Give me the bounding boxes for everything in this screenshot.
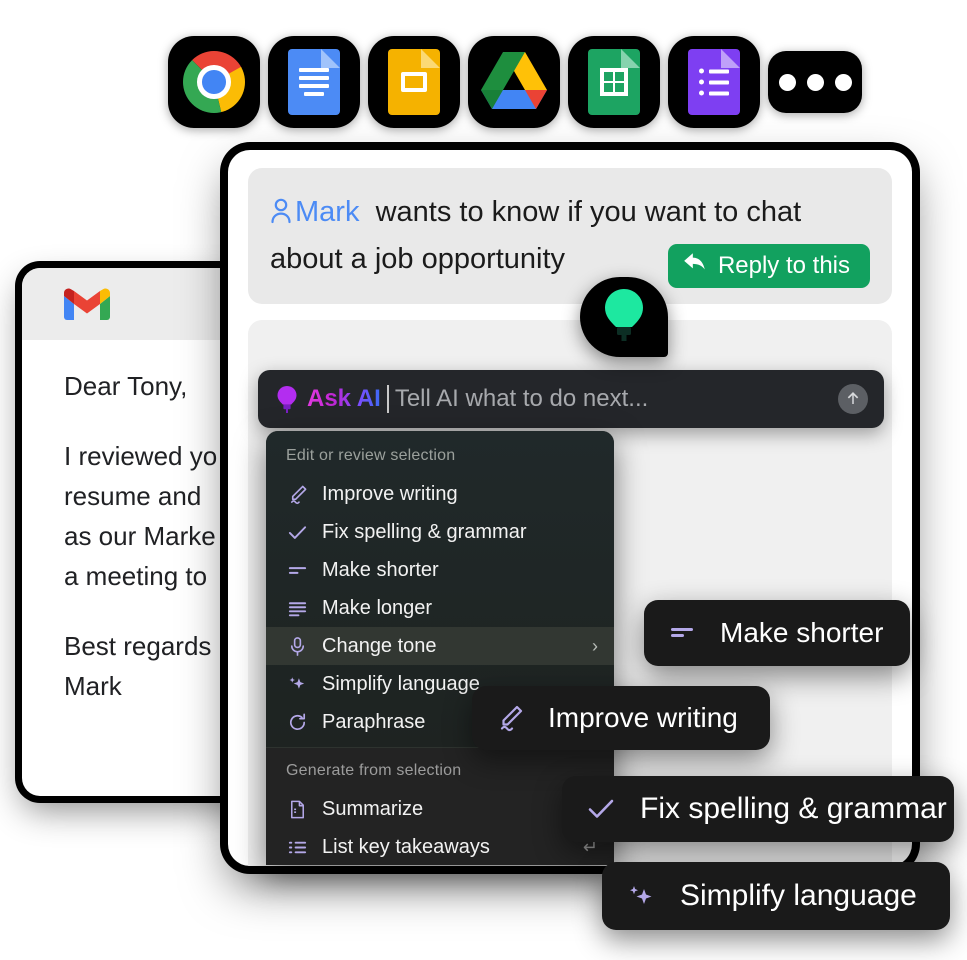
menu-item-improve-writing[interactable]: Improve writing — [266, 475, 614, 513]
sheets-icon — [588, 49, 640, 115]
chip-improve-writing[interactable]: Improve writing — [472, 686, 770, 750]
list-icon — [286, 836, 308, 858]
menu-item-change-tone[interactable]: Change tone › — [266, 627, 614, 665]
check-icon — [586, 794, 616, 824]
email-line: as our Marke — [64, 521, 216, 551]
menu-item-label: List key takeaways — [322, 835, 490, 858]
email-line: I reviewed yo — [64, 441, 218, 471]
refresh-icon — [286, 711, 308, 733]
chrome-icon — [183, 51, 245, 113]
gmail-window: Dear Tony, I reviewed yo resume and as o… — [22, 268, 254, 796]
more-dot-icon — [806, 73, 824, 91]
menu-item-label: Make shorter — [322, 558, 439, 581]
chip-fix-spelling-grammar[interactable]: Fix spelling & grammar — [562, 776, 954, 842]
bulb-icon — [276, 385, 298, 413]
sparkles-icon — [626, 881, 656, 911]
make-shorter-icon — [668, 619, 696, 647]
dock-item-sheets[interactable] — [568, 36, 660, 128]
text-caret — [386, 385, 389, 413]
dock-item-chrome[interactable] — [168, 36, 260, 128]
more-dot-icon — [778, 73, 796, 91]
dock-item-drive[interactable] — [468, 36, 560, 128]
reply-arrow-icon — [682, 250, 708, 283]
notification-message-line1: wants to know if you want to chat — [375, 196, 802, 228]
menu-item-label: Summarize — [322, 797, 424, 820]
ask-ai-label: Ask AI — [307, 385, 381, 412]
menu-item-label: Simplify language — [322, 672, 480, 695]
menu-item-label: Change tone — [322, 634, 437, 657]
docs-icon — [288, 49, 340, 115]
email-line: a meeting to — [64, 561, 208, 591]
microphone-icon — [286, 635, 308, 657]
email-line: Best regards — [64, 631, 212, 661]
chip-label: Simplify language — [680, 879, 917, 912]
slides-icon — [388, 49, 440, 115]
email-signature: Best regards Mark — [64, 626, 254, 706]
menu-item-make-shorter[interactable]: Make shorter — [266, 551, 614, 589]
dock-item-more[interactable] — [768, 51, 862, 113]
gmail-logo-icon — [64, 287, 110, 321]
reply-to-this-button[interactable]: Reply to this — [667, 244, 870, 288]
menu-item-fix-spelling-grammar[interactable]: Fix spelling & grammar — [266, 513, 614, 551]
gmail-email-body: Dear Tony, I reviewed yo resume and as o… — [22, 340, 254, 706]
ai-assistant-badge[interactable] — [580, 277, 668, 357]
menu-item-label: Paraphrase — [322, 710, 426, 733]
sparkles-icon — [286, 673, 308, 695]
document-icon — [286, 798, 308, 820]
person-icon — [270, 193, 292, 237]
check-icon — [286, 521, 308, 543]
drive-icon — [481, 52, 547, 112]
notification-message-line2: about a job opportunity — [270, 243, 566, 275]
reply-button-label: Reply to this — [717, 252, 850, 279]
email-line: resume and — [64, 481, 202, 511]
dock-item-forms[interactable] — [668, 36, 760, 128]
dock-item-docs[interactable] — [268, 36, 360, 128]
menu-item-list-key-takeaways[interactable]: List key takeaways ↵ — [266, 828, 614, 865]
chip-simplify-language[interactable]: Simplify language — [602, 862, 950, 930]
chip-make-shorter[interactable]: Make shorter — [644, 600, 910, 666]
chip-label: Make shorter — [720, 617, 884, 648]
menu-item-make-longer[interactable]: Make longer — [266, 589, 614, 627]
pen-squiggle-icon — [286, 483, 308, 505]
more-dot-icon — [834, 73, 852, 91]
dock-item-slides[interactable] — [368, 36, 460, 128]
menu-item-label: Fix spelling & grammar — [322, 520, 527, 543]
green-bulb-icon — [602, 288, 646, 347]
menu-item-label: Make longer — [322, 596, 433, 619]
pen-squiggle-icon — [496, 704, 524, 732]
ask-ai-placeholder: Tell AI what to do next... — [394, 385, 649, 412]
make-longer-icon — [286, 597, 308, 619]
notification-card: Mark wants to know if you want to chat a… — [248, 168, 892, 304]
email-line: Dear Tony, — [64, 371, 188, 401]
gmail-header — [22, 268, 254, 340]
menu-item-label: Improve writing — [322, 482, 458, 505]
app-dock — [168, 36, 862, 128]
ask-ai-bar[interactable]: Ask AI Tell AI what to do next... — [258, 370, 884, 428]
menu-section-title: Edit or review selection — [286, 447, 456, 464]
notification-sender: Mark — [295, 196, 360, 228]
chevron-right-icon: › — [592, 635, 598, 656]
send-button[interactable] — [838, 384, 868, 414]
email-paragraph: I reviewed yo resume and as our Marke a … — [64, 436, 254, 596]
make-shorter-icon — [286, 559, 308, 581]
chip-label: Fix spelling & grammar — [640, 792, 947, 825]
email-line: Mark — [64, 671, 122, 701]
forms-icon — [688, 49, 740, 115]
screenshot-root: Dear Tony, I reviewed yo resume and as o… — [0, 0, 967, 960]
arrow-up-icon — [844, 389, 862, 410]
chip-label: Improve writing — [548, 702, 738, 733]
